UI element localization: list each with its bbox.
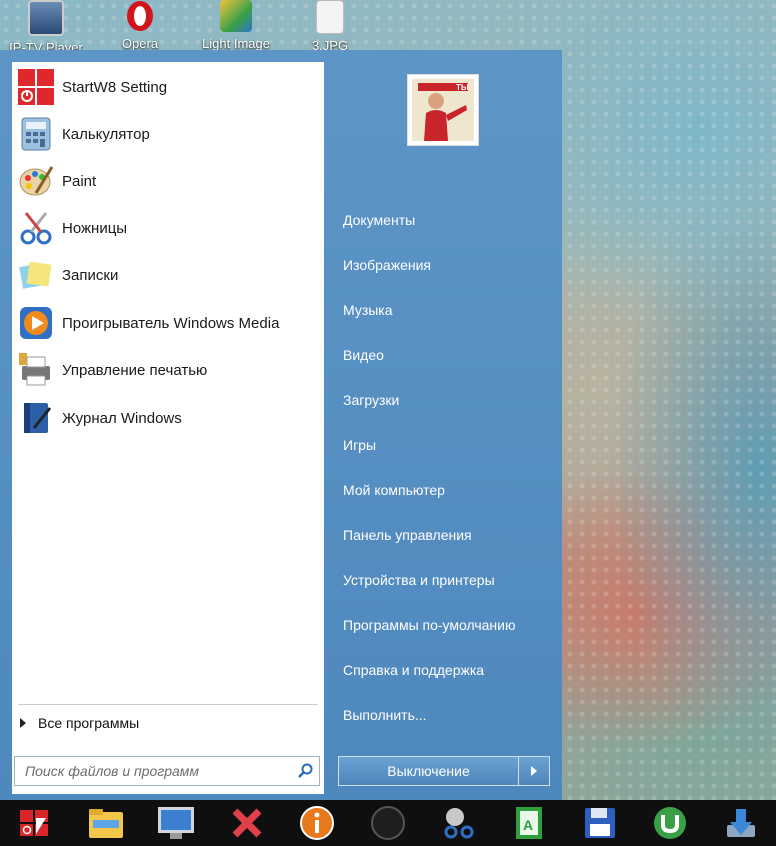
startw8-icon: [16, 67, 56, 107]
sticky-notes-icon: [16, 255, 56, 295]
search-box[interactable]: [14, 756, 320, 786]
shutdown-button[interactable]: Выключение: [339, 757, 518, 785]
link-documents[interactable]: Документы: [343, 208, 415, 232]
shutdown-control: Выключение: [338, 756, 550, 786]
taskbar-scissors-app[interactable]: [423, 800, 494, 846]
shutdown-options-button[interactable]: [518, 757, 549, 785]
chevron-right-icon: [531, 766, 537, 776]
link-devices-printers[interactable]: Устройства и принтеры: [343, 568, 495, 592]
program-scissors[interactable]: Ножницы: [16, 206, 320, 250]
program-label: Paint: [62, 172, 97, 190]
taskbar-info-app[interactable]: [282, 800, 353, 846]
program-windows-media-player[interactable]: Проигрыватель Windows Media: [16, 301, 320, 345]
notepad-icon: A: [516, 807, 543, 839]
link-run[interactable]: Выполнить...: [343, 703, 427, 727]
mouse-cursor: [36, 818, 46, 834]
monitor-icon: [28, 0, 64, 36]
utorrent-icon: [654, 807, 687, 839]
search-input[interactable]: [15, 757, 291, 785]
floppy-disk-icon: [584, 808, 615, 838]
desktop-icon-3jpg[interactable]: 3.JPG: [290, 0, 370, 53]
opera-icon: [124, 0, 156, 32]
triangle-right-icon: [20, 718, 26, 728]
monitor-icon: [158, 807, 195, 839]
image-tool-icon: [220, 0, 252, 32]
desktop-icon-iptv-player[interactable]: IP-TV Player: [6, 0, 86, 55]
close-x-icon: [232, 808, 262, 838]
program-label: Ножницы: [62, 219, 128, 237]
link-control-panel[interactable]: Панель управления: [343, 523, 472, 547]
image-file-icon: [316, 0, 344, 34]
link-default-programs[interactable]: Программы по-умолчанию: [343, 613, 515, 637]
link-help-support[interactable]: Справка и поддержка: [343, 658, 484, 682]
scissors-icon: [444, 808, 474, 839]
taskbar: A: [0, 800, 776, 846]
program-startw8-setting[interactable]: StartW8 Setting: [16, 65, 320, 109]
taskbar-utorrent[interactable]: [635, 800, 706, 846]
desktop-icon-label: Opera: [121, 36, 159, 51]
user-avatar[interactable]: ТЫ: [407, 74, 479, 146]
program-label: Журнал Windows: [62, 409, 182, 427]
svg-text:A: A: [523, 817, 533, 833]
paint-palette-icon: [16, 161, 56, 201]
program-sticky-notes[interactable]: Записки: [16, 253, 320, 297]
taskbar-save-app[interactable]: [564, 800, 635, 846]
program-windows-journal[interactable]: Журнал Windows: [16, 396, 320, 440]
start-menu: StartW8 Setting Калькулятор Paint Ножниц…: [0, 50, 562, 800]
taskbar-explorer[interactable]: [71, 800, 142, 846]
link-pictures[interactable]: Изображения: [343, 253, 431, 277]
journal-icon: [16, 398, 56, 438]
all-programs-label: Все программы: [38, 715, 140, 731]
desktop-icon-opera[interactable]: Opera: [100, 0, 180, 51]
program-print-management[interactable]: Управление печатью: [16, 348, 320, 392]
taskbar-notepad-app[interactable]: A: [494, 800, 565, 846]
folder-icon: [88, 809, 123, 838]
program-label: Калькулятор: [62, 125, 150, 143]
scissors-icon: [16, 208, 56, 248]
taskbar-circle-app[interactable]: [353, 800, 424, 846]
link-videos[interactable]: Видео: [343, 343, 384, 367]
link-downloads[interactable]: Загрузки: [343, 388, 399, 412]
link-games[interactable]: Игры: [343, 433, 376, 457]
program-label: Записки: [62, 266, 119, 284]
desktop-icon-light-image[interactable]: Light Image: [196, 0, 276, 51]
divider: [18, 704, 318, 705]
program-label: Проигрыватель Windows Media: [62, 314, 280, 332]
program-paint[interactable]: Paint: [16, 159, 320, 203]
calculator-icon: [16, 114, 56, 154]
taskbar-download-app[interactable]: [705, 800, 776, 846]
program-label: StartW8 Setting: [62, 78, 168, 96]
printer-icon: [16, 350, 56, 390]
search-icon[interactable]: [291, 757, 319, 785]
program-calculator[interactable]: Калькулятор: [16, 112, 320, 156]
media-player-icon: [16, 303, 56, 343]
desktop-icon-label: Light Image: [202, 36, 270, 51]
taskbar-x-app[interactable]: [212, 800, 283, 846]
link-my-computer[interactable]: Мой компьютер: [343, 478, 445, 502]
avatar-text: ТЫ: [456, 83, 469, 92]
info-icon: [300, 806, 335, 840]
download-icon: [726, 809, 755, 837]
circle-app-icon: [371, 806, 405, 840]
all-programs-button[interactable]: Все программы: [20, 715, 139, 731]
link-music[interactable]: Музыка: [343, 298, 393, 322]
program-label: Управление печатью: [62, 361, 208, 379]
taskbar-monitor-app[interactable]: [141, 800, 212, 846]
programs-pane: StartW8 Setting Калькулятор Paint Ножниц…: [12, 62, 324, 794]
